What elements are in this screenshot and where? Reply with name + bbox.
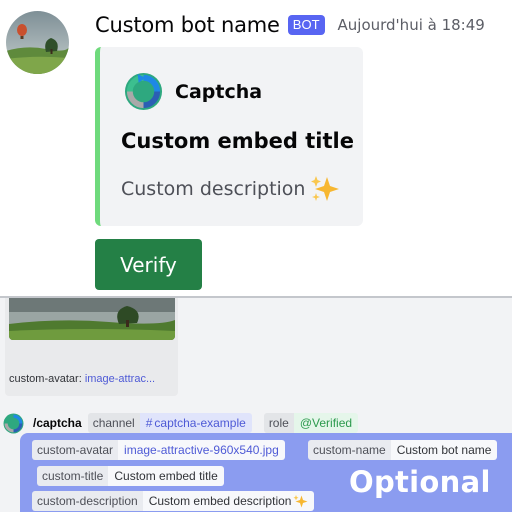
option-key: role bbox=[263, 413, 294, 433]
captcha-refresh-icon bbox=[124, 72, 163, 111]
attachment-image bbox=[9, 298, 175, 340]
username[interactable]: Custom bot name bbox=[95, 13, 280, 37]
option-value[interactable]: @Verified bbox=[293, 413, 359, 433]
attachment-filename[interactable]: image-attrac... bbox=[85, 373, 155, 385]
attachment-card[interactable]: custom-avatar: image-attrac... bbox=[5, 298, 178, 396]
optional-options-box: custom-avatar image-attractive-960x540.j… bbox=[20, 433, 512, 512]
option-key: channel bbox=[87, 413, 140, 433]
embed-title: Custom embed title bbox=[121, 129, 354, 153]
message-pane: Custom bot name BOT Aujourd'hui à 18:49 … bbox=[0, 0, 512, 296]
attachment-label: custom-avatar: image-attrac... bbox=[9, 373, 155, 385]
option-value[interactable]: # captcha-example bbox=[139, 413, 252, 433]
message-header: Custom bot name BOT Aujourd'hui à 18:49 bbox=[95, 13, 485, 37]
option-custom-title[interactable]: custom-title Custom embed title bbox=[37, 466, 224, 486]
embed-description-text: Custom description bbox=[121, 178, 306, 200]
command-row: /captcha channel # captcha-example role @… bbox=[0, 413, 359, 433]
option-key: custom-title bbox=[37, 466, 109, 486]
option-value[interactable]: Custom embed title bbox=[108, 466, 224, 486]
embed-author-name: Captcha bbox=[175, 80, 263, 103]
embed-description: Custom description bbox=[121, 174, 340, 204]
sparkles-icon bbox=[293, 495, 308, 508]
option-key: custom-name bbox=[308, 440, 391, 460]
balloon-landscape-icon bbox=[6, 11, 69, 74]
option-value[interactable]: Custom embed description bbox=[142, 491, 315, 511]
option-value-text: Custom embed description bbox=[148, 494, 292, 508]
option-value[interactable]: Custom bot name bbox=[390, 440, 498, 460]
option-channel[interactable]: channel # captcha-example bbox=[87, 413, 252, 433]
option-key: custom-description bbox=[32, 491, 143, 511]
captcha-app-icon bbox=[3, 413, 24, 433]
avatar[interactable] bbox=[6, 11, 69, 74]
bot-badge: BOT bbox=[287, 15, 325, 35]
command-name: /captcha bbox=[33, 416, 82, 430]
channel-hash-icon: # bbox=[145, 416, 153, 430]
attachment-key: custom-avatar: bbox=[9, 373, 82, 385]
option-key: custom-avatar bbox=[32, 440, 119, 460]
optional-label: Optional bbox=[349, 465, 491, 499]
verify-button[interactable]: Verify bbox=[95, 239, 202, 290]
embed-author: Captcha bbox=[124, 72, 262, 111]
option-custom-avatar[interactable]: custom-avatar image-attractive-960x540.j… bbox=[32, 440, 285, 460]
channel-name: captcha-example bbox=[154, 416, 246, 430]
option-custom-name[interactable]: custom-name Custom bot name bbox=[308, 440, 498, 460]
sparkles-icon bbox=[311, 176, 340, 201]
option-custom-description[interactable]: custom-description Custom embed descript… bbox=[32, 491, 315, 511]
option-value[interactable]: image-attractive-960x540.jpg bbox=[118, 440, 285, 460]
option-role[interactable]: role @Verified bbox=[263, 413, 359, 433]
timestamp: Aujourd'hui à 18:49 bbox=[337, 16, 485, 34]
embed: Captcha Custom embed title Custom descri… bbox=[95, 47, 363, 226]
